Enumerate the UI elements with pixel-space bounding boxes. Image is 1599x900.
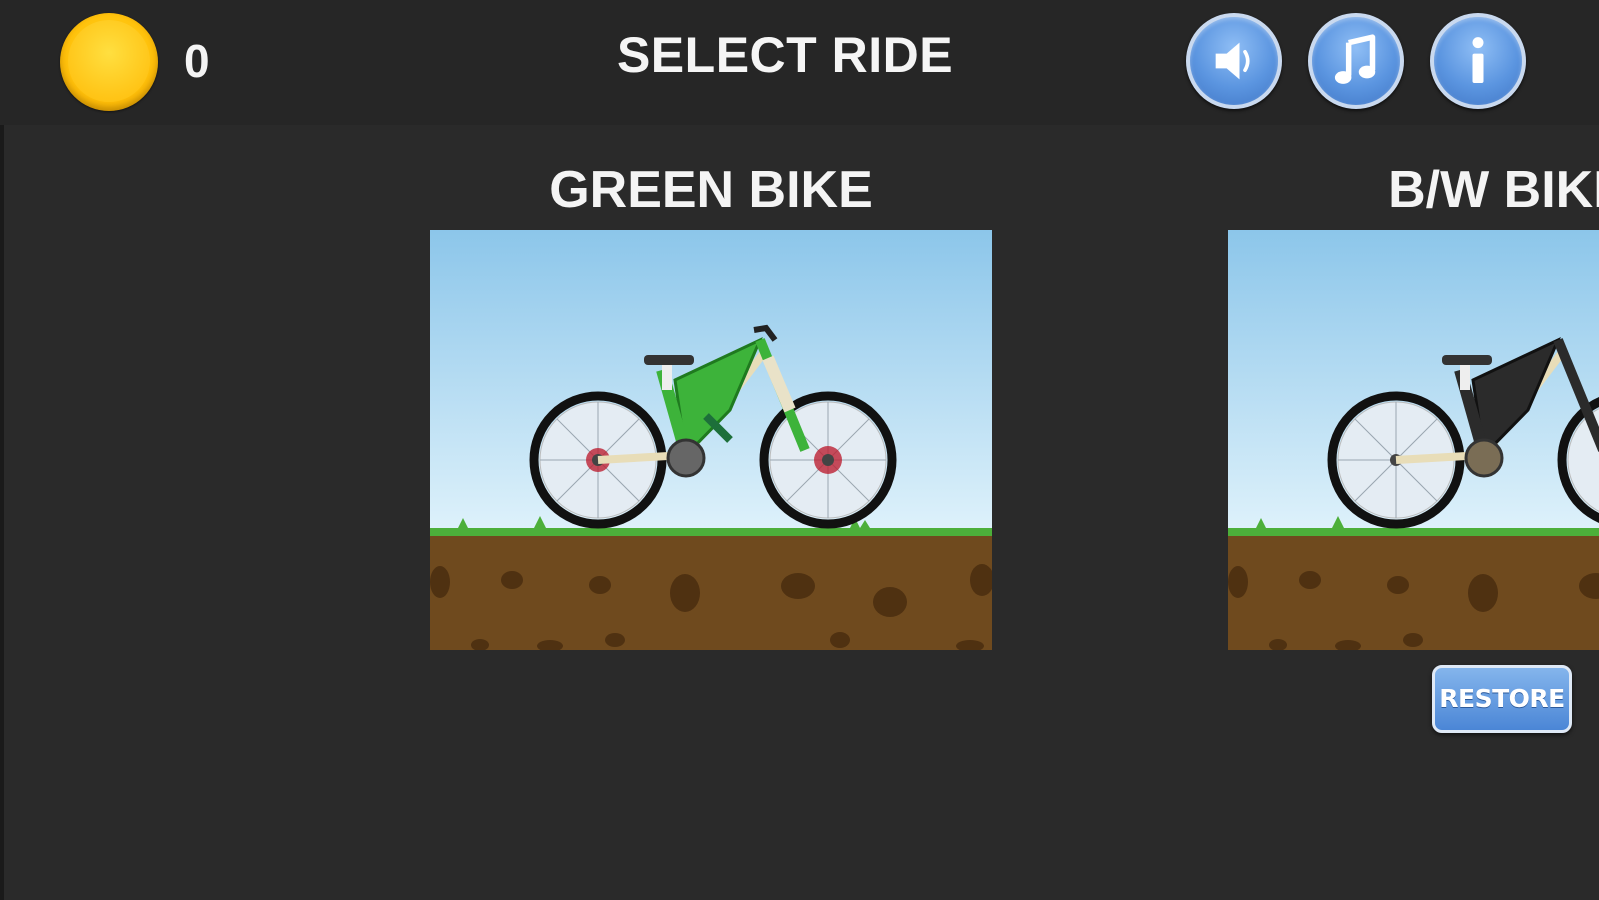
restore-button[interactable]: RESTORE: [1432, 665, 1572, 733]
bike-preview: [1228, 230, 1599, 650]
app-root: 0 SELECT RIDE GREEN BIKE B/W BIK RESTORE: [0, 0, 1599, 900]
bike-title: B/W BIKE: [1388, 161, 1599, 219]
bike-title: GREEN BIKE: [549, 161, 873, 219]
bike-card-green[interactable]: GREEN BIKE: [430, 160, 992, 650]
bike-carousel: GREEN BIKE B/W BIK: [0, 0, 1599, 900]
bike-preview: [430, 230, 992, 650]
bike-card-bw[interactable]: B/W BIKE: [1228, 160, 1599, 650]
